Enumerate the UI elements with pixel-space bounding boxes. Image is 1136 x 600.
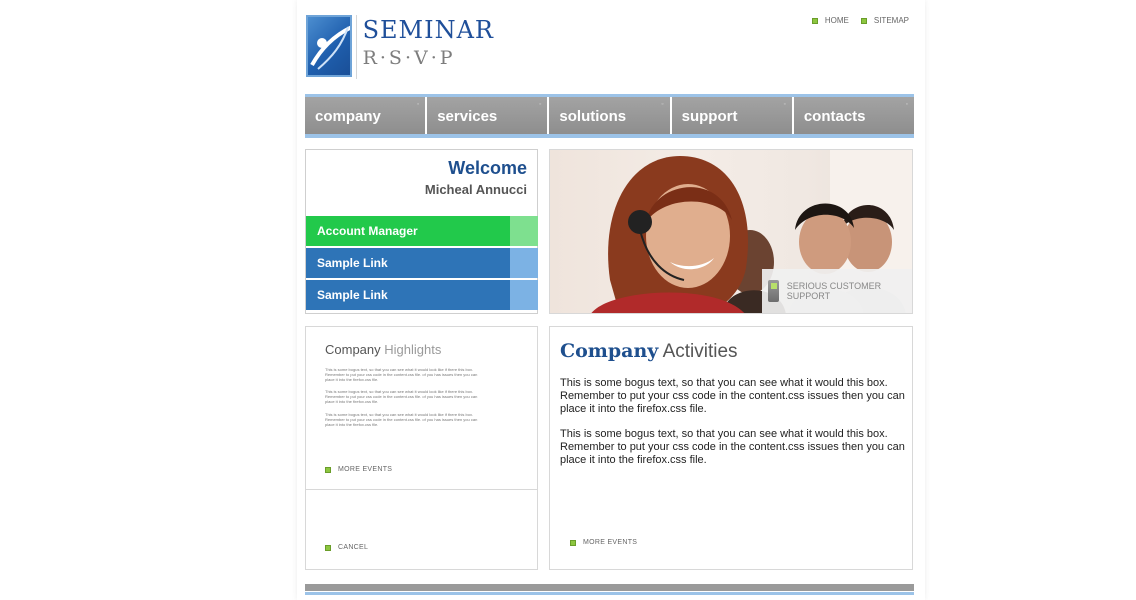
sitemap-link-label: SITEMAP bbox=[873, 16, 909, 25]
bullet-icon bbox=[570, 539, 576, 546]
activities-more-events-link[interactable]: MORE EVENTS bbox=[570, 539, 637, 546]
cancel-panel: CANCEL bbox=[305, 490, 538, 570]
hero-caption-text: SERIOUS CUSTOMER SUPPORT bbox=[786, 281, 882, 301]
nav-item-contacts[interactable]: ◦ contacts bbox=[793, 97, 915, 134]
activities-paragraph-2: This is some bogus text, so that you can… bbox=[560, 428, 905, 466]
hero-photo: SERIOUS CUSTOMER SUPPORT bbox=[549, 149, 913, 314]
side-link-tab bbox=[510, 280, 538, 310]
activities-paragraph-1: This is some bogus text, so that you can… bbox=[560, 377, 905, 415]
welcome-panel: Welcome Micheal Annucci Account Manager … bbox=[305, 149, 538, 314]
cancel-label: CANCEL bbox=[338, 544, 369, 551]
corner-mark-icon: ◦ bbox=[416, 101, 420, 108]
highlights-paragraph: This is some bogus text, so that you can… bbox=[325, 367, 478, 382]
bullet-icon bbox=[860, 17, 867, 24]
sample-link-1[interactable]: Sample Link bbox=[306, 248, 538, 278]
side-link-label: Sample Link bbox=[306, 248, 510, 278]
highlights-more-events-link[interactable]: MORE EVENTS bbox=[325, 466, 392, 473]
logo-title: SEMINAR bbox=[362, 16, 494, 44]
highlights-title-b: Highlights bbox=[384, 342, 442, 357]
top-links: HOME SITEMAP bbox=[811, 16, 909, 25]
side-link-label: Sample Link bbox=[306, 280, 510, 310]
nav-label: company bbox=[315, 108, 381, 125]
bullet-icon bbox=[811, 17, 818, 24]
bullet-icon bbox=[325, 544, 331, 551]
side-link-label: Account Manager bbox=[306, 216, 510, 246]
page-container: SEMINAR R·S·V·P HOME SITEMAP ◦ company ◦… bbox=[297, 0, 925, 600]
nav-label: contacts bbox=[803, 108, 866, 125]
logo[interactable]: SEMINAR R·S·V·P bbox=[306, 15, 494, 79]
highlights-paragraph: This is some bogus text, so that you can… bbox=[325, 412, 478, 427]
main-nav: ◦ company ◦ services ◦ solutions ◦ suppo… bbox=[305, 94, 915, 138]
swoosh-icon bbox=[310, 26, 350, 70]
more-events-label: MORE EVENTS bbox=[338, 466, 393, 473]
home-link[interactable]: HOME bbox=[811, 16, 849, 25]
nav-item-solutions[interactable]: ◦ solutions bbox=[549, 97, 672, 134]
highlights-title: Company Highlights bbox=[325, 342, 441, 357]
nav-bottom-border bbox=[305, 134, 914, 138]
activities-title-a: Company bbox=[560, 340, 659, 362]
nav-item-services[interactable]: ◦ services bbox=[427, 97, 550, 134]
side-link-tab bbox=[510, 248, 538, 278]
activities-title: Company Activities bbox=[560, 340, 738, 363]
corner-mark-icon: ◦ bbox=[783, 101, 786, 108]
nav-item-support[interactable]: ◦ support bbox=[671, 97, 794, 134]
activities-panel: Company Activities This is some bogus te… bbox=[549, 326, 913, 570]
highlights-paragraph: This is some bogus text, so that you can… bbox=[325, 389, 478, 404]
logo-mark bbox=[306, 15, 352, 77]
footer-blue-band bbox=[305, 592, 914, 595]
footer-bar bbox=[305, 584, 914, 595]
sitemap-link[interactable]: SITEMAP bbox=[860, 16, 909, 25]
nav-label: support bbox=[681, 108, 738, 125]
highlights-panel: Company Highlights This is some bogus te… bbox=[305, 326, 538, 490]
hero-caption: SERIOUS CUSTOMER SUPPORT bbox=[762, 269, 912, 313]
footer-gray-band bbox=[305, 584, 914, 591]
corner-mark-icon: ◦ bbox=[661, 101, 664, 108]
bullet-icon bbox=[325, 466, 331, 473]
welcome-title: Welcome bbox=[448, 158, 527, 178]
logo-subtitle: R·S·V·P bbox=[362, 47, 456, 69]
side-link-tab bbox=[510, 216, 538, 246]
user-name: Micheal Annucci bbox=[424, 182, 527, 197]
account-manager-link[interactable]: Account Manager bbox=[306, 216, 538, 246]
phone-icon bbox=[768, 280, 779, 302]
activities-title-b: Activities bbox=[662, 341, 738, 362]
sample-link-2[interactable]: Sample Link bbox=[306, 280, 538, 310]
corner-mark-icon: ◦ bbox=[538, 101, 542, 108]
logo-text: SEMINAR R·S·V·P bbox=[355, 15, 494, 79]
home-link-label: HOME bbox=[824, 16, 849, 25]
nav-item-company[interactable]: ◦ company bbox=[305, 97, 428, 134]
highlights-title-a: Company bbox=[325, 342, 381, 357]
nav-label: services bbox=[437, 108, 498, 125]
more-events-label: MORE EVENTS bbox=[583, 539, 638, 546]
cancel-link[interactable]: CANCEL bbox=[325, 544, 368, 551]
nav-label: solutions bbox=[559, 108, 627, 125]
corner-mark-icon: ◦ bbox=[905, 101, 909, 108]
